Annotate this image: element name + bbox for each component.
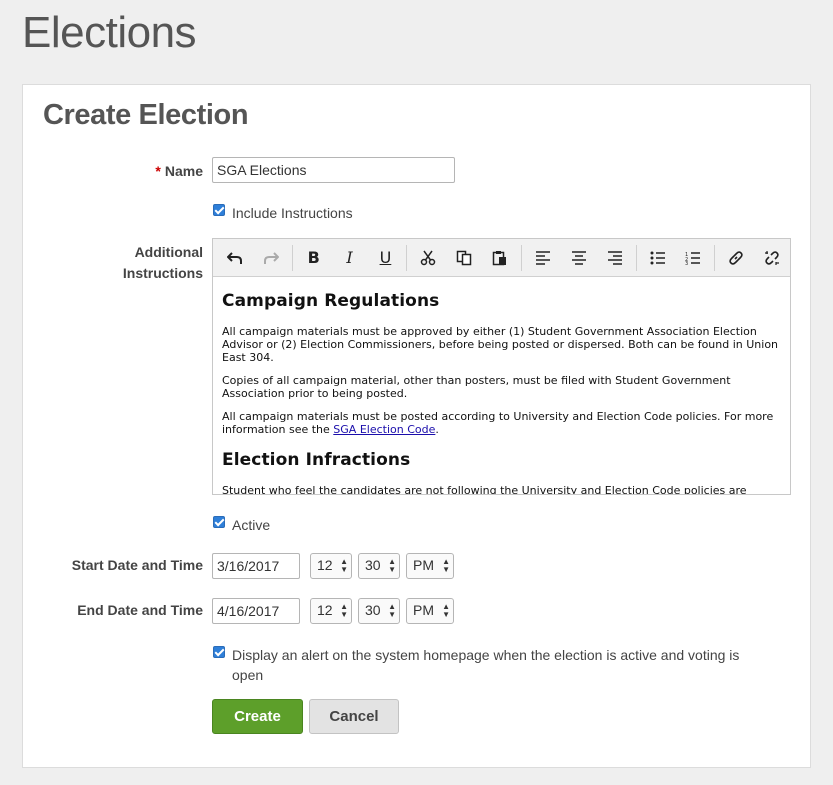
cancel-button[interactable]: Cancel xyxy=(309,699,399,734)
name-label: * Name xyxy=(155,163,203,179)
toolbar-divider xyxy=(406,244,408,271)
copy-icon[interactable] xyxy=(446,239,482,277)
active-checkbox[interactable] xyxy=(213,516,225,528)
content-paragraph: Copies of all campaign material, other t… xyxy=(222,374,731,400)
editor-content[interactable]: Campaign Regulations All campaign materi… xyxy=(213,277,790,495)
stepper-arrows-icon: ▲ ▼ xyxy=(340,602,348,619)
form-title: Create Election xyxy=(43,99,249,131)
svg-text:3: 3 xyxy=(685,261,688,265)
page-title: Elections xyxy=(22,8,197,57)
create-button[interactable]: Create xyxy=(212,699,303,734)
stepper-arrows-icon: ▲ ▼ xyxy=(340,557,348,574)
numbered-list-icon[interactable]: 123 xyxy=(676,239,712,277)
content-paragraph: All campaign materials must be approved … xyxy=(222,325,779,364)
start-minute-select[interactable]: 30 ▲ ▼ xyxy=(358,553,400,579)
create-election-card: Create Election *Name Include Instructio… xyxy=(22,84,811,768)
content-heading: Election Infractions xyxy=(222,450,411,470)
undo-icon[interactable] xyxy=(217,239,253,277)
include-instructions-checkbox[interactable] xyxy=(213,204,225,216)
sga-election-code-link[interactable]: SGA Election Code xyxy=(333,423,435,436)
stepper-arrows-icon: ▲ ▼ xyxy=(442,602,450,619)
toolbar-divider xyxy=(291,244,293,271)
redo-icon[interactable] xyxy=(253,239,289,277)
stepper-arrows-icon: ▲ ▼ xyxy=(388,602,396,619)
required-mark: * xyxy=(155,163,161,179)
start-hour-select[interactable]: 12 ▲ ▼ xyxy=(310,553,352,579)
align-left-icon[interactable] xyxy=(525,239,561,277)
end-minute-select[interactable]: 30 ▲ ▼ xyxy=(358,598,400,624)
start-date-label: Start Date and Time xyxy=(71,557,203,573)
active-label: Active xyxy=(232,517,271,533)
end-date-label: End Date and Time xyxy=(77,602,203,618)
editor-toolbar: B I U 1 2 3 xyxy=(213,239,790,277)
stepper-arrows-icon: ▲ ▼ xyxy=(442,557,450,574)
end-hour-select[interactable]: 12 ▲ ▼ xyxy=(310,598,352,624)
italic-icon[interactable]: I xyxy=(332,239,368,277)
include-instructions-label: Include Instructions xyxy=(232,205,353,221)
display-alert-label: Display an alert on the system homepage … xyxy=(232,647,740,683)
toolbar-divider xyxy=(635,244,637,271)
content-heading: Campaign Regulations xyxy=(222,291,440,311)
start-date-input[interactable] xyxy=(212,553,300,579)
toolbar-divider xyxy=(714,244,716,271)
content-paragraph: Student who feel the candidates are not … xyxy=(222,484,747,495)
bold-icon[interactable]: B xyxy=(296,239,332,277)
display-alert-checkbox[interactable] xyxy=(213,646,225,658)
start-ampm-select[interactable]: PM ▲ ▼ xyxy=(406,553,454,579)
align-right-icon[interactable] xyxy=(597,239,633,277)
additional-instructions-label: Additional Instructions xyxy=(122,244,203,281)
end-date-input[interactable] xyxy=(212,598,300,624)
bullet-list-icon[interactable] xyxy=(640,239,676,277)
toolbar-divider xyxy=(521,244,522,271)
end-ampm-select[interactable]: PM ▲ ▼ xyxy=(406,598,454,624)
underline-icon[interactable]: U xyxy=(368,239,404,277)
paste-icon[interactable] xyxy=(482,239,518,277)
cut-icon[interactable] xyxy=(410,239,446,277)
align-center-icon[interactable] xyxy=(561,239,597,277)
unlink-icon[interactable] xyxy=(754,239,790,277)
stepper-arrows-icon: ▲ ▼ xyxy=(388,557,396,574)
rich-text-editor[interactable]: B I U 1 2 3 Campaign Regulations All cam… xyxy=(212,238,791,495)
content-paragraph: All campaign materials must be posted ac… xyxy=(222,410,774,436)
name-input[interactable] xyxy=(212,157,455,183)
link-icon[interactable] xyxy=(718,239,754,277)
